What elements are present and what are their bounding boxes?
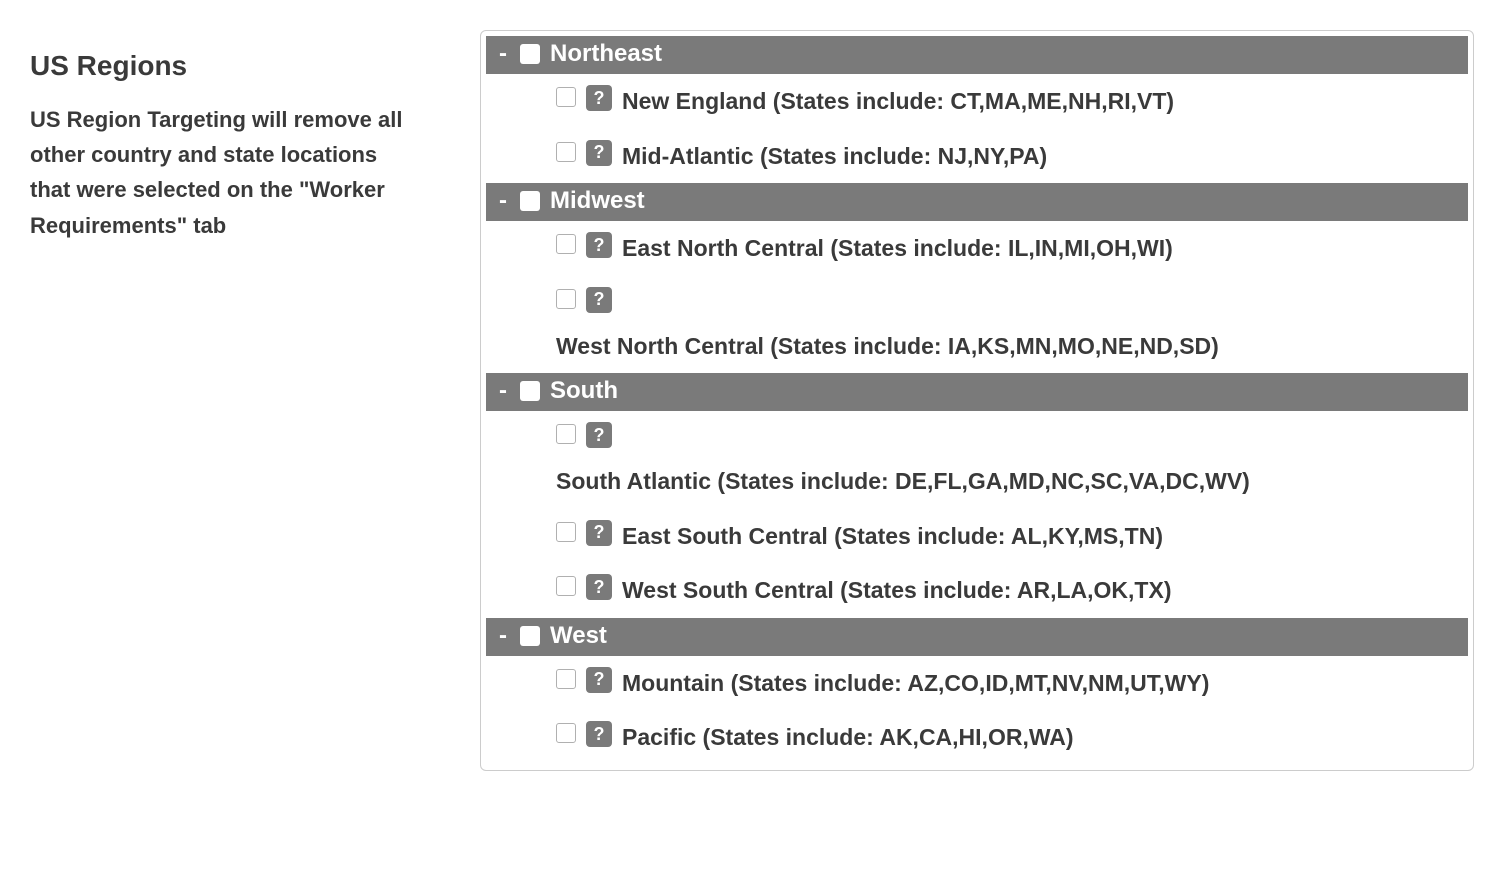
subregion-row: ? Mountain (States include: AZ,CO,ID,MT,N… <box>486 656 1468 711</box>
subregion-row: ? West South Central (States include: AR,… <box>486 563 1468 618</box>
subregion-row: ? Pacific (States include: AK,CA,HI,OR,WA… <box>486 710 1468 765</box>
collapse-toggle-icon[interactable]: - <box>496 187 510 215</box>
sidebar: US Regions US Region Targeting will remo… <box>30 30 420 243</box>
subregion-row: ? South Atlantic (States include: DE,FL,G… <box>486 411 1468 509</box>
region-header[interactable]: - South <box>486 373 1468 411</box>
region-header[interactable]: - West <box>486 618 1468 656</box>
subregion-checkbox[interactable] <box>556 142 576 162</box>
subregion-row: ? West North Central (States include: IA,… <box>486 276 1468 374</box>
regions-tree: - Northeast? New England (States include: … <box>480 30 1474 771</box>
collapse-toggle-icon[interactable]: - <box>496 40 510 68</box>
subregion-label: East South Central (States include: AL,K… <box>622 519 1163 554</box>
help-icon[interactable]: ? <box>586 721 612 747</box>
region-checkbox[interactable] <box>520 626 540 646</box>
region-checkbox[interactable] <box>520 381 540 401</box>
help-icon[interactable]: ? <box>586 574 612 600</box>
help-icon[interactable]: ? <box>586 667 612 693</box>
sidebar-description: US Region Targeting will remove all othe… <box>30 102 420 243</box>
subregion-label: Mountain (States include: AZ,CO,ID,MT,NV… <box>622 666 1209 701</box>
subregion-checkbox[interactable] <box>556 522 576 542</box>
region-label: West <box>550 622 607 650</box>
help-icon[interactable]: ? <box>586 85 612 111</box>
subregion-row: ? Mid-Atlantic (States include: NJ,NY,PA) <box>486 129 1468 184</box>
region-header[interactable]: - Northeast <box>486 36 1468 74</box>
subregion-checkbox[interactable] <box>556 87 576 107</box>
subregion-label: New England (States include: CT,MA,ME,NH… <box>622 84 1174 119</box>
subregion-row: ? East North Central (States include: IL,… <box>486 221 1468 276</box>
subregion-label: Mid-Atlantic (States include: NJ,NY,PA) <box>622 139 1047 174</box>
subregion-checkbox[interactable] <box>556 289 576 309</box>
region-checkbox[interactable] <box>520 44 540 64</box>
subregion-checkbox[interactable] <box>556 424 576 444</box>
subregion-label: West North Central (States include: IA,K… <box>556 329 1468 364</box>
help-icon[interactable]: ? <box>586 232 612 258</box>
subregion-checkbox[interactable] <box>556 723 576 743</box>
region-label: South <box>550 377 618 405</box>
collapse-toggle-icon[interactable]: - <box>496 622 510 650</box>
help-icon[interactable]: ? <box>586 422 612 448</box>
subregion-row: ? East South Central (States include: AL,… <box>486 509 1468 564</box>
subregion-checkbox[interactable] <box>556 669 576 689</box>
subregion-label: East North Central (States include: IL,I… <box>622 231 1173 266</box>
subregion-checkbox[interactable] <box>556 576 576 596</box>
subregion-label: Pacific (States include: AK,CA,HI,OR,WA) <box>622 720 1074 755</box>
region-label: Midwest <box>550 187 645 215</box>
help-icon[interactable]: ? <box>586 140 612 166</box>
subregion-checkbox[interactable] <box>556 234 576 254</box>
help-icon[interactable]: ? <box>586 287 612 313</box>
subregion-label: West South Central (States include: AR,L… <box>622 573 1171 608</box>
region-checkbox[interactable] <box>520 191 540 211</box>
sidebar-title: US Regions <box>30 50 420 82</box>
subregion-label: South Atlantic (States include: DE,FL,GA… <box>556 464 1468 499</box>
region-label: Northeast <box>550 40 662 68</box>
region-header[interactable]: - Midwest <box>486 183 1468 221</box>
subregion-row: ? New England (States include: CT,MA,ME,N… <box>486 74 1468 129</box>
help-icon[interactable]: ? <box>586 520 612 546</box>
collapse-toggle-icon[interactable]: - <box>496 377 510 405</box>
